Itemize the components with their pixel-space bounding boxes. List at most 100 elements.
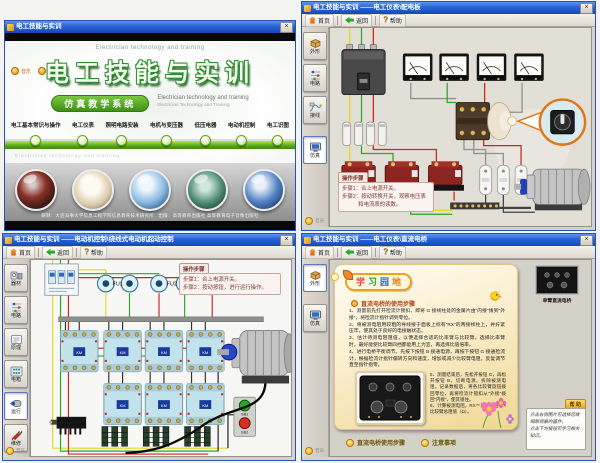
sidebar-label: 接线 [310,114,320,119]
sidebar-item-equipment[interactable]: 器材 [4,264,28,292]
device-thumbnail[interactable] [536,266,578,294]
contactor-label: KM [202,350,208,355]
help-button[interactable]: ?帮助 [80,246,107,259]
menu-item-drawings[interactable]: 电工识图 [267,121,289,146]
sidebar-item-circuit[interactable]: 电路 [4,296,28,324]
circuit-icon [309,70,322,81]
back-icon [46,249,55,256]
contactors: KM KM KM KM KM KM KM [61,331,224,425]
menu-item-button[interactable] [200,135,211,146]
home-button[interactable]: 首页 [6,246,35,259]
music-label: 音乐 [315,448,324,454]
help-button[interactable]: ?帮助 [379,246,406,259]
menu-item-button[interactable] [77,135,88,146]
help-icon: ? [383,16,388,24]
tools-icon [10,430,23,441]
sidebar-item-simulation[interactable]: 仿真 [303,136,327,164]
link-usage-steps[interactable]: 直流电桥使用步骤 [346,438,405,447]
sidebar-label: 仿真 [310,154,320,159]
close-button[interactable]: × [580,3,593,14]
home-button[interactable]: 首页 [305,14,334,27]
main-menu: 电工基本常识与操作 电工仪表 照明电路安装 电机与变压器 低压电器 电动机控制 … [11,121,289,146]
mode-sidebar: 外形 仿真 音乐 [302,259,329,457]
sidebar-item-appearance[interactable]: 外形 [303,264,327,292]
menu-item-button[interactable] [161,135,172,146]
home-icon [309,17,316,24]
link-bullet-icon [346,439,354,447]
circuit-breaker[interactable] [342,45,385,95]
help-label: 帮助 [390,16,402,25]
help-label: 帮助 [390,248,402,257]
sidebar-item-run[interactable]: 运行 [4,392,28,420]
menu-item-label: 电机与变压器 [150,121,183,129]
title-bar: 电工技能与实训 × [5,21,295,33]
sidebar-label: 外形 [310,50,320,55]
bullet-icon [351,300,358,307]
leaf-icon [343,270,353,280]
monitor-icon [309,310,322,321]
back-button[interactable]: 返回 [42,246,73,259]
menu-item-meters[interactable]: 电工仪表 [72,121,94,146]
help-button[interactable]: ?帮助 [379,14,406,27]
menu-item-button[interactable] [272,135,283,146]
sidebar-item-simulation[interactable]: 仿真 [303,304,327,332]
mode-sidebar: 外形 电路 接线 仿真 音乐 [302,27,329,227]
monitor-icon [309,142,322,153]
sidebar-item-principle[interactable]: 原理 [4,328,28,356]
bus-bar [59,317,264,322]
link-notes[interactable]: 注意事项 [421,438,456,447]
back-button[interactable]: 返回 [341,246,372,259]
music-control[interactable]: 音乐 [305,217,324,225]
menu-item-button[interactable] [116,135,127,146]
home-label: 首页 [19,248,31,257]
menu-item-lighting[interactable]: 照明电路安装 [105,121,138,146]
sidebar-item-wiring[interactable]: 接线 [303,96,327,124]
duck-mascot-icon [487,289,503,305]
window-splash: 电工技能与实训 × Electrician technology and tra… [4,20,296,231]
operation-steps-panel: 操作步骤 步骤1：合上电源开关。 步骤2：按动按钮，进行运行操作。 [179,263,281,295]
close-button[interactable]: × [580,235,593,246]
sidebar-item-circuit[interactable]: 电路 [303,64,327,92]
bridge-instrument-image [355,371,425,425]
menu-item-label: 电工仪表 [72,121,94,129]
stop-button[interactable] [239,418,250,429]
link-label: 直流电桥使用步骤 [357,438,405,447]
cube-icon [309,38,322,49]
close-button[interactable]: × [280,22,293,33]
sidebar-label: 电路 [11,314,21,319]
music-control[interactable]: 音乐 [6,447,25,455]
music-icon [6,447,14,455]
sidebar-label: 电箱 [11,378,21,383]
music-control[interactable]: 音乐 [305,447,324,455]
music-icon [305,217,313,225]
close-button[interactable]: × [280,235,293,246]
start-button-label: SB1 [241,412,248,416]
english-subtitle: Electrician technology and training [157,95,248,101]
rotary-cam-switch[interactable] [456,102,517,139]
toolbar-separator [38,248,39,257]
simulation-canvas: 操作步骤 步骤1：合上电源开关。 步骤2：按动转换开关，观察电压表 和电流表的读… [329,27,592,227]
stop-button-label: SB2 [241,430,248,434]
window-title: 电工技能与实训 ——电动机控制\绕线式电动机起动控制 [14,234,278,246]
header-char: 地 [392,277,401,287]
menu-item-basics[interactable]: 电工基本常识与操作 [11,121,61,146]
menu-item-motorcontrol[interactable]: 电动机控制 [228,121,256,146]
operation-steps-panel: 操作步骤 步骤1：合上电源开关。 步骤2：按动转换开关，观察电压表 和电流表的读… [338,172,434,212]
menu-item-button[interactable] [236,135,247,146]
english-watermark: Electrician technology and training [15,153,120,158]
circuit-breaker[interactable] [45,264,78,295]
toolbar-separator [375,248,376,257]
menu-item-lowvoltage[interactable]: 低压电器 [194,121,216,146]
header-char: 学 [356,277,365,287]
photo-meter [72,169,114,211]
menu-item-machines[interactable]: 电机与变压器 [150,121,183,146]
home-button[interactable]: 首页 [305,246,334,259]
learning-card: 学 习 园 地 直流电桥的使用步骤 1、测量前先打开检流计锁扣，即将 G 接线柱… [334,264,518,430]
topic-links: 直流电桥使用步骤 注意事项 [346,438,456,447]
sidebar-item-appearance[interactable]: 外形 [303,32,327,60]
back-button[interactable]: 返回 [341,14,372,27]
subtitle-badge: 仿真教学系统 [51,95,149,112]
sidebar-item-panel-box[interactable]: 电箱 [4,360,28,388]
sidebar-label: 维修 [11,442,21,447]
menu-item-button[interactable] [30,135,41,146]
